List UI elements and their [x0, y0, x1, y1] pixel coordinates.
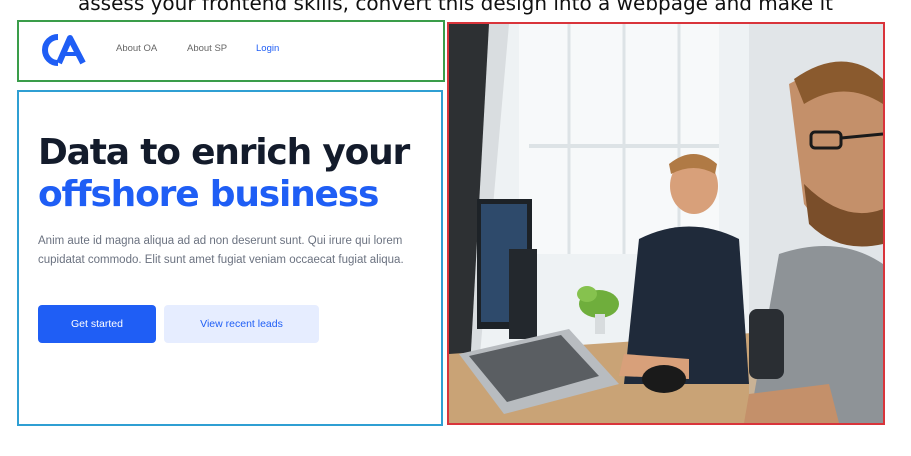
- hero-headline: Data to enrich your offshore business: [38, 132, 410, 216]
- navbar: About OA About SP Login: [17, 20, 445, 82]
- instruction-caption: assess your frontend skills, convert thi…: [78, 0, 833, 15]
- headline-line-2: offshore business: [38, 174, 379, 215]
- hero-description: Anim aute id magna aliqua ad ad non dese…: [38, 235, 404, 266]
- headline-line-1: Data to enrich your: [38, 132, 410, 173]
- nav-link-about-oa[interactable]: About OA: [116, 43, 157, 54]
- nav-link-about-sp[interactable]: About SP: [187, 43, 227, 54]
- hero-section: Data to enrich your offshore business An…: [17, 90, 443, 426]
- nav-link-login[interactable]: Login: [256, 43, 279, 54]
- view-recent-leads-button[interactable]: View recent leads: [164, 305, 319, 343]
- get-started-button[interactable]: Get started: [38, 305, 156, 343]
- photo-icon: [449, 24, 883, 423]
- hero-photo: [447, 22, 885, 425]
- oa-logo-icon[interactable]: [41, 33, 87, 67]
